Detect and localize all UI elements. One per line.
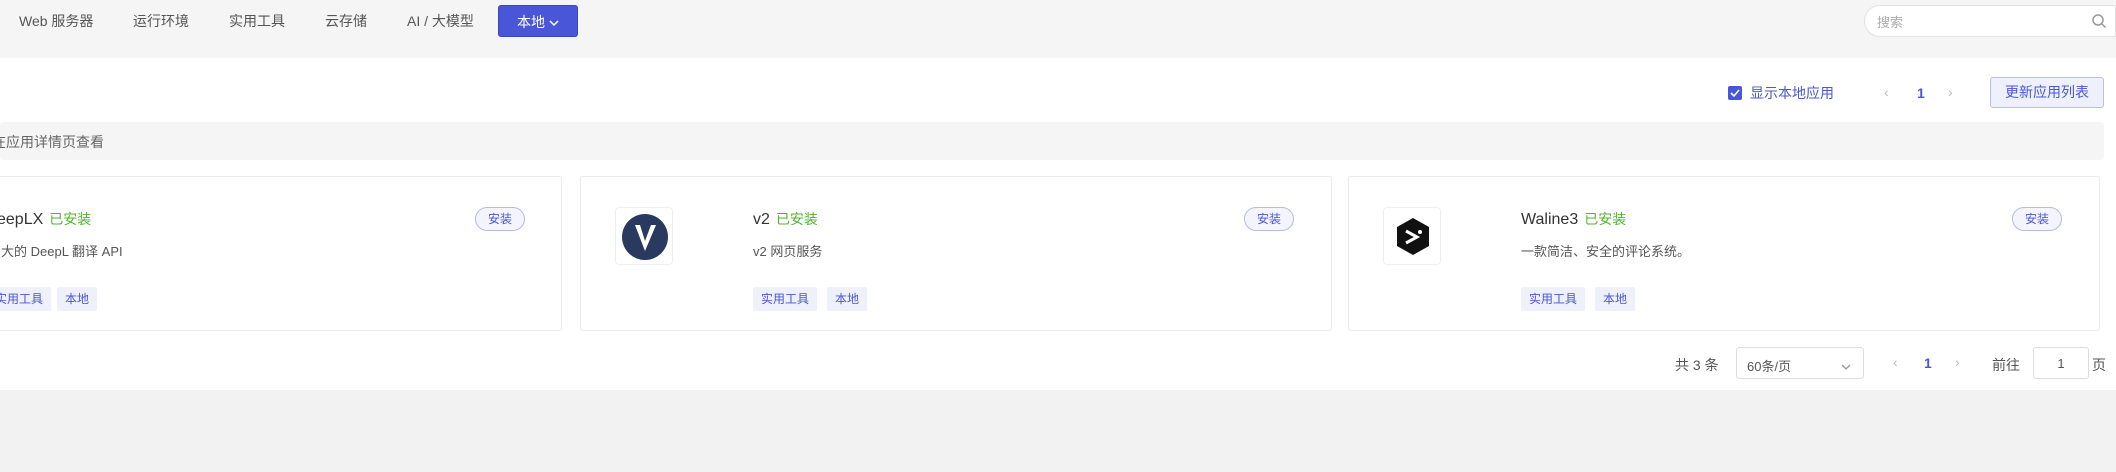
app-name: eepLX	[0, 211, 44, 228]
chevron-down-icon	[549, 6, 559, 36]
chevron-down-icon	[1841, 358, 1851, 373]
install-button[interactable]: 安装	[475, 207, 525, 231]
app-description: 一款简洁、安全的评论系统。	[1521, 244, 1691, 259]
tag-local[interactable]: 本地	[1595, 287, 1636, 311]
app-card-title: v2 已安装	[753, 209, 818, 229]
tag-local[interactable]: 本地	[57, 287, 98, 311]
notice-bar: 在应用详情页查看	[0, 122, 2104, 160]
page-size-select[interactable]: 60条/页	[1736, 347, 1864, 379]
tab-tools[interactable]: 实用工具	[229, 10, 285, 32]
install-button[interactable]: 安装	[1244, 207, 1294, 231]
update-app-list-button[interactable]: 更新应用列表	[1990, 77, 2104, 108]
tag-tools[interactable]: 实用工具	[1521, 287, 1586, 311]
tab-web-server[interactable]: Web 服务器	[19, 10, 93, 32]
tag-tools[interactable]: 实用工具	[753, 287, 818, 311]
waline-logo-icon	[1383, 207, 1441, 265]
search-box	[1864, 5, 2116, 37]
page-suffix: 页	[2092, 357, 2106, 373]
tag-local[interactable]: 本地	[827, 287, 868, 311]
app-card-waline3[interactable]: Waline3 已安装 一款简洁、安全的评论系统。 安装 实用工具 本地	[1348, 176, 2100, 331]
tag-tools[interactable]: 实用工具	[0, 287, 52, 311]
tab-ai-models[interactable]: AI / 大模型	[407, 10, 474, 32]
tab-local-label: 本地	[517, 14, 545, 30]
prev-page-icon[interactable]: ‹	[1893, 354, 1898, 370]
page-size-value: 60条/页	[1747, 359, 1792, 374]
app-description: 大的 DeepL 翻译 API	[1, 244, 123, 259]
search-icon[interactable]	[2091, 13, 2107, 34]
app-name: Waline3	[1521, 211, 1579, 228]
app-status: 已安装	[775, 211, 818, 227]
next-page-icon[interactable]: ›	[1955, 354, 1960, 370]
goto-label: 前往	[1992, 357, 2020, 373]
install-button[interactable]: 安装	[2012, 207, 2062, 231]
goto-page-input[interactable]	[2033, 347, 2089, 379]
app-name: v2	[753, 211, 770, 228]
search-input[interactable]	[1875, 12, 2075, 32]
tab-local[interactable]: 本地	[498, 5, 578, 37]
v2-logo-icon	[615, 207, 673, 265]
page-number[interactable]: 1	[1917, 85, 1925, 101]
app-card-title: eepLX 已安装	[0, 209, 91, 229]
prev-page-icon[interactable]: ‹	[1884, 84, 1889, 100]
checkbox-checked-icon[interactable]	[1728, 86, 1742, 100]
app-description: v2 网页服务	[753, 244, 823, 259]
app-card-v2[interactable]: v2 已安装 v2 网页服务 安装 实用工具 本地	[580, 176, 1332, 331]
tab-cloud-storage[interactable]: 云存储	[325, 10, 367, 32]
app-card-title: Waline3 已安装	[1521, 209, 1626, 229]
app-status: 已安装	[1584, 211, 1627, 227]
show-local-label: 显示本地应用	[1750, 85, 1834, 101]
tab-runtime[interactable]: 运行环境	[133, 10, 189, 32]
total-count: 共 3 条	[1675, 357, 1719, 373]
app-card-deeplx[interactable]: eepLX 已安装 大的 DeepL 翻译 API 安装 实用工具 本地	[0, 176, 562, 331]
current-page[interactable]: 1	[1924, 355, 1932, 371]
top-nav: Web 服务器 运行环境 实用工具 云存储 AI / 大模型 本地	[0, 0, 2116, 58]
next-page-icon[interactable]: ›	[1948, 84, 1953, 100]
notice-text: 在应用详情页查看	[0, 134, 104, 150]
app-status: 已安装	[49, 211, 92, 227]
